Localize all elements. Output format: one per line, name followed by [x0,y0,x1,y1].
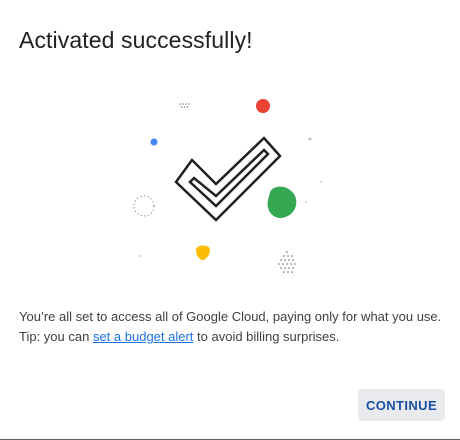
red-dot [256,99,270,113]
tip-prefix: Tip: you can [19,329,93,344]
grey-dot [139,255,141,257]
grey-dot [320,181,322,183]
green-blob [267,186,297,219]
dialog-title: Activated successfully! [19,27,253,53]
tip-line: Tip: you can set a budget alert to avoid… [19,327,449,347]
blue-dot [150,138,158,146]
success-illustration [133,99,322,273]
checkmark-icon [174,136,282,222]
dotted-cluster-top [179,103,190,108]
dotted-ring [133,195,155,217]
activation-dialog: Activated successfully! You’re all set t… [0,0,460,440]
grey-dot [305,201,307,203]
yellow-dot [196,245,210,260]
tip-suffix: to avoid billing surprises. [193,329,340,344]
dotted-cluster-bottom [278,251,296,273]
dialog-message: You’re all set to access all of Google C… [19,307,449,347]
budget-alert-link[interactable]: set a budget alert [93,329,193,344]
message-line: You’re all set to access all of Google C… [19,309,442,324]
grey-dot [308,137,312,141]
continue-button[interactable]: CONTINUE [358,389,445,421]
